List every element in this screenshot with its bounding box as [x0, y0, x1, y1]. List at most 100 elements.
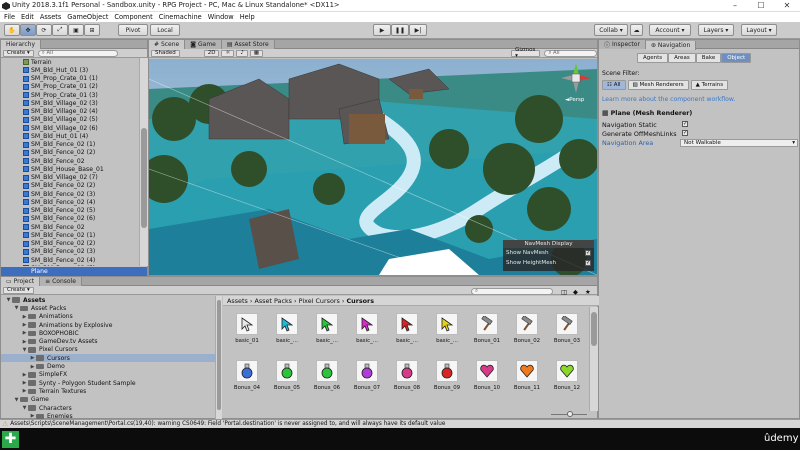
gizmos-dropdown[interactable]: Gizmos ▾ — [511, 47, 541, 59]
folder-tree-item[interactable]: ▼ Characters — [1, 404, 215, 412]
hierarchy-item[interactable]: SM_Bld_Village_02 (4)› — [1, 108, 147, 116]
expanded-arrow-icon[interactable]: ▼ — [13, 305, 20, 311]
expanded-arrow-icon[interactable]: ▼ — [21, 347, 28, 353]
folder-tree-item[interactable]: ▼ Asset Packs — [1, 304, 215, 312]
filter-by-label-icon[interactable]: ◆ — [573, 288, 578, 296]
subtab-areas[interactable]: Areas — [668, 53, 696, 63]
hierarchy-item[interactable]: SM_Bld_Fence_02 (5)› — [1, 207, 147, 215]
filter-mesh-renderers-button[interactable]: ▨ Mesh Renderers — [627, 80, 689, 90]
cloud-button[interactable]: ☁ — [630, 24, 643, 36]
tab-console[interactable]: ≡ Console — [40, 277, 82, 286]
subtab-agents[interactable]: Agents — [637, 53, 669, 63]
asset-item[interactable]: Bonus_09 — [429, 360, 465, 391]
project-create-button[interactable]: Create ▾ — [3, 286, 34, 294]
tree-scrollbar[interactable] — [215, 296, 222, 419]
tab-navigation[interactable]: ⊛ Navigation — [645, 41, 697, 50]
tab-project[interactable]: ▭ Project — [1, 277, 41, 286]
folder-tree-item[interactable]: ▶ Animations by Explosive — [1, 321, 215, 329]
hierarchy-item[interactable]: SM_Bld_Village_02 (5)› — [1, 116, 147, 124]
hierarchy-search-input[interactable]: ⌕ All — [37, 49, 118, 57]
collapsed-arrow-icon[interactable]: ▶ — [21, 330, 28, 336]
transform-tool-button[interactable]: ⊞ — [84, 24, 100, 36]
scene-search-input[interactable]: ⌕ All — [544, 49, 597, 57]
folder-tree-item[interactable]: ▶ Synty - Polygon Student Sample — [1, 379, 215, 387]
menu-file[interactable]: File — [4, 13, 15, 21]
layers-dropdown[interactable]: Layers ▾ — [698, 24, 734, 36]
lighting-toggle[interactable]: ☼ — [221, 49, 235, 57]
hierarchy-item[interactable]: Terrain — [1, 58, 147, 66]
play-button[interactable]: ▶ — [373, 24, 391, 36]
menu-edit[interactable]: Edit — [21, 13, 34, 21]
move-tool-button[interactable]: ✥ — [20, 24, 36, 36]
offmesh-links-checkbox[interactable]: ✓ — [682, 130, 688, 136]
hierarchy-item[interactable]: SM_Bld_Fence_02› — [1, 223, 147, 231]
asset-item[interactable]: Bonus_08 — [389, 360, 425, 391]
asset-item[interactable]: Bonus_10 — [469, 360, 505, 391]
asset-item[interactable]: Bonus_11 — [509, 360, 545, 391]
local-toggle[interactable]: Local — [150, 24, 180, 36]
collapsed-arrow-icon[interactable]: ▶ — [21, 388, 28, 394]
hierarchy-item[interactable]: SM_Bld_Hut_01 (3)› — [1, 66, 147, 74]
expanded-arrow-icon[interactable]: ▼ — [21, 405, 28, 411]
hierarchy-item[interactable]: SM_Bld_Fence_02 (2)› — [1, 240, 147, 248]
favorite-star-icon[interactable]: ★ — [585, 288, 591, 296]
show-heightmesh-row[interactable]: Show HeightMesh ✓ — [503, 258, 594, 268]
tab-game[interactable]: ◙ Game — [185, 40, 222, 49]
assets-scroll-thumb[interactable] — [591, 312, 597, 346]
expanded-arrow-icon[interactable]: ▼ — [13, 397, 20, 403]
menu-component[interactable]: Component — [114, 13, 152, 21]
hierarchy-item[interactable]: SM_Bld_Fence_02 (2)› — [1, 149, 147, 157]
account-dropdown[interactable]: Account ▾ — [649, 24, 691, 36]
collapsed-arrow-icon[interactable]: ▶ — [21, 322, 28, 328]
asset-item[interactable]: Bonus_01 — [469, 313, 505, 344]
hierarchy-item[interactable]: SM_Bld_Fence_02 (1)› — [1, 231, 147, 239]
folder-tree-item[interactable]: ▶ Terrain Textures — [1, 387, 215, 395]
hierarchy-scroll-thumb[interactable] — [141, 128, 147, 228]
folder-tree-item[interactable]: ▶ Animations — [1, 313, 215, 321]
status-message[interactable]: Assets\Scripts\SceneManagement\Portal.cs… — [10, 421, 445, 427]
tab-asset-store[interactable]: ▤ Asset Store — [221, 40, 275, 49]
collapsed-arrow-icon[interactable]: ▶ — [29, 355, 36, 361]
layout-dropdown[interactable]: Layout ▾ — [741, 24, 777, 36]
scene-gizmo[interactable] — [559, 61, 593, 95]
rotate-tool-button[interactable]: ⟳ — [36, 24, 52, 36]
project-search-input[interactable]: ⌕ — [471, 288, 553, 295]
collapsed-arrow-icon[interactable]: ▶ — [21, 372, 28, 378]
hierarchy-item[interactable]: SM_Bld_Village_02 (6)› — [1, 124, 147, 132]
hierarchy-item[interactable]: SM_Bld_Fence_02 (3)› — [1, 248, 147, 256]
collapsed-arrow-icon[interactable]: ▶ — [21, 339, 28, 345]
asset-item[interactable]: basic_01 — [229, 313, 265, 344]
folder-tree-item[interactable]: ▶ Demo — [1, 362, 215, 370]
breadcrumb-pixel-cursors[interactable]: Pixel Cursors — [299, 297, 340, 305]
hierarchy-item[interactable]: SM_Prop_Crate_01 (1)› — [1, 75, 147, 83]
navigation-area-dropdown[interactable]: Not Walkable ▾ — [680, 139, 798, 147]
asset-item[interactable]: Bonus_07 — [349, 360, 385, 391]
hierarchy-create-button[interactable]: Create ▾ — [3, 49, 34, 57]
folder-tree-item[interactable]: ▼ Pixel Cursors — [1, 346, 215, 354]
asset-item[interactable]: basic_... — [429, 313, 465, 344]
hierarchy-item[interactable]: SM_Bld_Fence_02› — [1, 157, 147, 165]
mode-2d-toggle[interactable]: 2D — [203, 49, 220, 57]
menu-assets[interactable]: Assets — [40, 13, 61, 21]
tab-inspector[interactable]: ⓘ Inspector — [599, 40, 646, 49]
icon-size-slider[interactable] — [551, 411, 587, 417]
hand-tool-button[interactable]: ✋ — [4, 24, 20, 36]
hierarchy-item[interactable]: SM_Bld_Village_02 (3)› — [1, 99, 147, 107]
asset-item[interactable]: Bonus_05 — [269, 360, 305, 391]
hierarchy-scrollbar[interactable] — [139, 58, 148, 266]
scale-tool-button[interactable]: ⤢ — [52, 24, 68, 36]
filter-all-button[interactable]: ☷ All — [602, 80, 626, 90]
icon-size-slider-thumb[interactable] — [567, 411, 573, 417]
asset-item[interactable]: basic_... — [349, 313, 385, 344]
menu-window[interactable]: Window — [208, 13, 234, 21]
show-navmesh-row[interactable]: Show NavMesh ✓ — [503, 248, 594, 258]
folder-tree-item[interactable]: ▶ BOXOPHOBIC — [1, 329, 215, 337]
audio-toggle[interactable]: ♪ — [236, 49, 248, 57]
breadcrumb-assets[interactable]: Assets — [227, 297, 248, 305]
folder-tree-item[interactable]: ▼ Assets — [1, 296, 215, 304]
folder-tree-item[interactable]: ▶ GameDev.tv Assets — [1, 337, 215, 345]
effects-toggle[interactable]: ▦ — [249, 49, 264, 57]
asset-item[interactable]: Bonus_12 — [549, 360, 585, 391]
asset-item[interactable]: basic_... — [389, 313, 425, 344]
navigation-static-checkbox[interactable]: ✓ — [682, 121, 688, 127]
